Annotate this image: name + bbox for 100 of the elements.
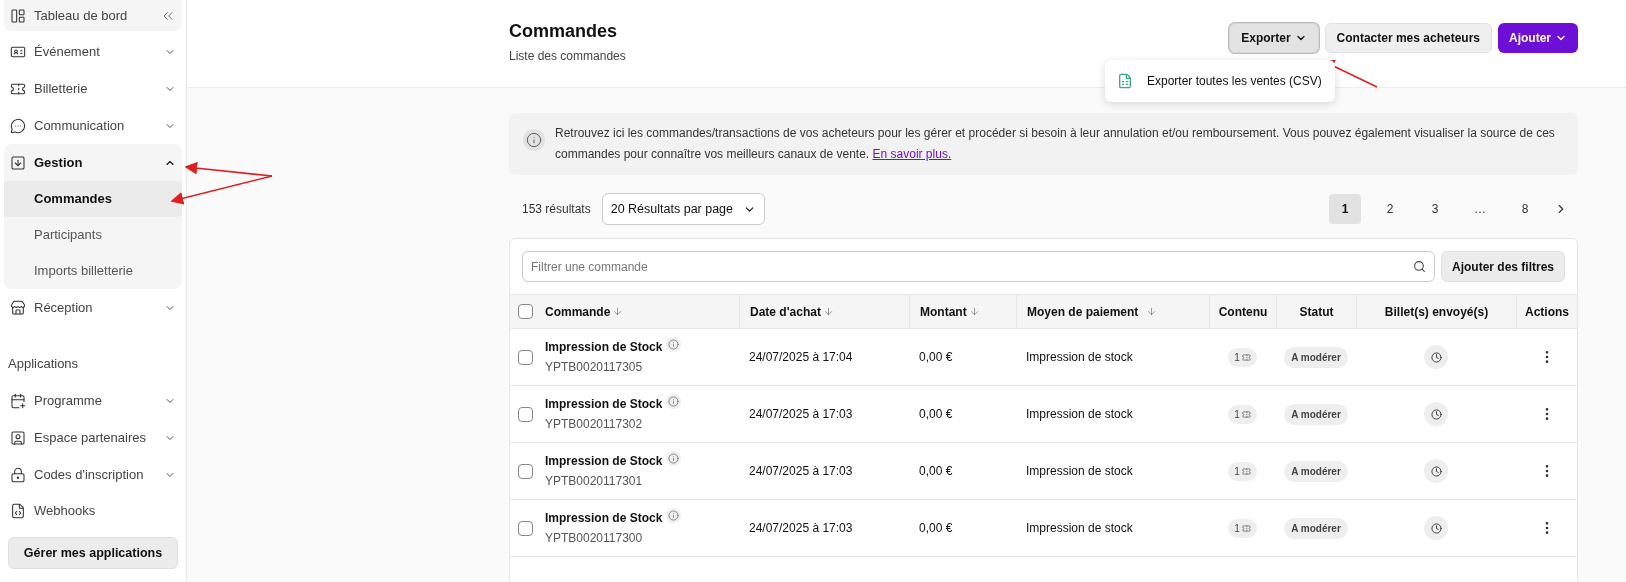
per-page-select[interactable]: 20 Résultats par page (601, 193, 766, 225)
page-button[interactable]: 3 (1419, 194, 1451, 224)
clock-icon (1424, 459, 1448, 483)
calendar-icon (10, 392, 26, 409)
ticket-icon (1241, 523, 1251, 533)
order-code: YPTB0020117305 (545, 359, 644, 376)
column-header[interactable]: Montant (920, 302, 980, 321)
info-text: Retrouvez ici les commandes/transactions de vos acheteurs pour les gérer et procéder si besoin à leur annulation et/ou remboursement. Vous pouvez également visualiser la source de ces commandes pour connaître vos meilleurs canaux de vente. En savoir plus. (555, 125, 1556, 163)
sidebar-subitem[interactable]: Participants (4, 217, 182, 253)
ticket-icon (1241, 352, 1251, 362)
sidebar-item[interactable]: Réception (4, 289, 182, 326)
download-icon (10, 154, 26, 171)
page-button[interactable]: 1 (1329, 194, 1361, 224)
table-cell-text: 0,00 € (919, 520, 953, 537)
ticket-icon (1241, 409, 1251, 419)
order-code: YPTB0020117300 (545, 530, 644, 547)
table-cell-text: 24/07/2025 à 17:03 (749, 520, 853, 537)
table-cell-text: Impression de stock (1026, 463, 1133, 480)
row-checkbox[interactable] (518, 520, 533, 536)
order-name: Impression de Stock (545, 396, 663, 413)
order-code: YPTB0020117301 (545, 473, 644, 490)
order-name: Impression de Stock (545, 339, 663, 356)
ticket-icon (1241, 466, 1251, 476)
info-icon (666, 336, 682, 352)
add-button[interactable]: Ajouter (1498, 23, 1578, 53)
sidebar-item[interactable]: Codes d'inscription (4, 456, 182, 493)
column-header: Contenu (1218, 303, 1268, 321)
column-header: Billet(s) envoyé(s) (1384, 303, 1489, 321)
table-cell-text: 24/07/2025 à 17:03 (749, 406, 853, 423)
sort-arrow-icon (612, 306, 624, 317)
sidebar-item[interactable]: Événement (4, 33, 182, 70)
info-icon (666, 450, 682, 466)
order-name: Impression de Stock (545, 510, 663, 527)
sidebar-item[interactable]: Espace partenaires (4, 419, 182, 456)
table-cell-text: 0,00 € (919, 406, 953, 423)
page-title: Commandes (509, 20, 619, 43)
sidebar-item[interactable]: Gestion (4, 144, 182, 181)
sidebar-item[interactable]: Billetterie (4, 70, 182, 107)
status-badge: A modérer (1284, 460, 1348, 482)
status-badge: A modérer (1284, 346, 1348, 368)
page-button[interactable]: … (1464, 194, 1496, 224)
add-filters-button[interactable]: Ajouter des filtres (1440, 251, 1565, 282)
chat-bubble-icon (10, 117, 26, 134)
info-icon (666, 507, 682, 523)
select-all-checkbox[interactable] (518, 304, 533, 319)
order-code: YPTB0020117302 (545, 416, 644, 433)
row-checkbox[interactable] (518, 463, 533, 479)
sidebar-item[interactable]: Tableau de bord (4, 0, 182, 31)
layout-icon (10, 7, 26, 24)
filter-field[interactable]: Filtrer une commande (522, 251, 1435, 282)
sidebar-item[interactable]: Programme (4, 382, 182, 419)
code-file-icon (10, 503, 26, 519)
sidebar-item[interactable]: Communication (4, 107, 182, 144)
table-cell-text: 0,00 € (919, 349, 953, 366)
sidebar-subitem[interactable]: Commandes (4, 181, 182, 217)
results-count: 153 résultats (522, 201, 591, 218)
contact-button[interactable]: Contacter mes acheteurs (1324, 23, 1492, 53)
row-checkbox[interactable] (518, 349, 533, 365)
info-icon (523, 129, 545, 151)
content-pill: 1 (1228, 404, 1257, 424)
section-label: Applications (8, 355, 79, 374)
sidebar-subitem[interactable]: Imports billetterie (4, 253, 182, 289)
column-header[interactable]: Moyen de paiement (1027, 302, 1158, 321)
status-badge: A modérer (1284, 403, 1348, 425)
table-cell-text: Impression de stock (1026, 349, 1133, 366)
lock-icon (10, 466, 26, 483)
table-cell-text: 24/07/2025 à 17:04 (749, 349, 853, 366)
column-header[interactable]: Date d'achat (750, 302, 834, 321)
table-cell-text: 0,00 € (919, 463, 953, 480)
clock-icon (1424, 402, 1448, 426)
table-cell-text: Impression de stock (1026, 520, 1133, 537)
row-checkbox[interactable] (518, 406, 533, 422)
sidebar-item[interactable]: Webhooks (4, 493, 182, 529)
order-name: Impression de Stock (545, 453, 663, 470)
sort-arrow-icon (968, 306, 980, 317)
page-subtitle: Liste des commandes (509, 48, 627, 65)
column-header: Statut (1299, 303, 1334, 321)
sort-arrow-icon (822, 306, 834, 317)
search-icon (1412, 260, 1426, 273)
status-badge: A modérer (1284, 517, 1348, 539)
page-button[interactable]: 2 (1374, 194, 1406, 224)
export-button[interactable]: Exporter (1229, 23, 1319, 53)
csv-file-icon (1117, 73, 1133, 89)
user-badge-icon (10, 429, 26, 446)
table-cell-text: Impression de stock (1026, 406, 1133, 423)
content-pill: 1 (1228, 518, 1257, 538)
learn-more-link[interactable]: En savoir plus. (872, 147, 952, 161)
column-header[interactable]: Commande (545, 302, 624, 321)
content-pill: 1 (1228, 461, 1257, 481)
column-header: Actions (1525, 303, 1569, 321)
sort-arrow-icon (1146, 306, 1158, 317)
menu-item[interactable]: Exporter toutes les ventes (CSV) (1117, 72, 1323, 90)
page-button[interactable]: 8 (1509, 194, 1541, 224)
clock-icon (1424, 345, 1448, 369)
info-icon (666, 393, 682, 409)
clock-icon (1424, 516, 1448, 540)
manage-applications-button[interactable]: Gérer mes applications (8, 537, 178, 569)
store-icon (10, 299, 26, 316)
content-pill: 1 (1228, 347, 1257, 367)
table-cell-text: 24/07/2025 à 17:03 (749, 463, 853, 480)
